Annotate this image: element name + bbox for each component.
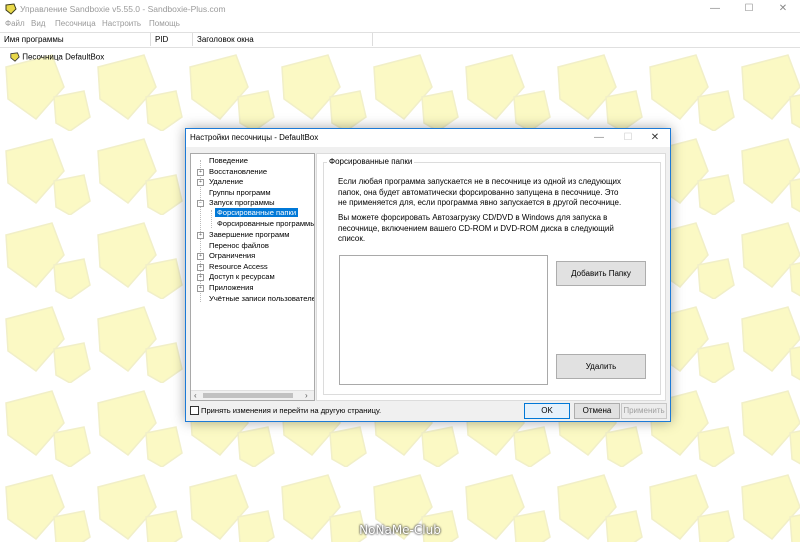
- collapse-icon[interactable]: −: [197, 200, 204, 207]
- apply-on-page-change-label[interactable]: Принять изменения и перейти на другую ст…: [201, 406, 381, 415]
- menu-sandbox[interactable]: Песочница: [55, 19, 96, 28]
- expand-icon[interactable]: +: [197, 179, 204, 186]
- dialog-maximize-button[interactable]: ☐: [613, 129, 643, 147]
- tree-item-label: Перенос файлов: [209, 241, 269, 250]
- apply-on-page-change-checkbox[interactable]: [190, 406, 199, 415]
- tree-item-program-groups[interactable]: Группы программ: [197, 188, 271, 197]
- tree-item-program-stop[interactable]: + Завершение программ: [197, 230, 290, 239]
- menu-configure[interactable]: Настроить: [102, 19, 141, 28]
- tree-item-label: Форсированные программы: [217, 219, 315, 228]
- tree-item-label: Форсированные папки: [217, 208, 297, 217]
- delete-button[interactable]: Удалить: [556, 354, 646, 379]
- description-line: Вы можете форсировать Автозагрузку CD/DV…: [338, 213, 608, 222]
- description-line: папок, она будет автоматически форсирова…: [338, 187, 619, 197]
- tree-item-resource-access-ru[interactable]: + Доступ к ресурсам: [197, 272, 275, 281]
- tree-item-label: Resource Access: [209, 262, 268, 271]
- tree-item-label: Завершение программ: [209, 230, 290, 239]
- expand-icon[interactable]: +: [197, 232, 204, 239]
- tree-item-file-migration[interactable]: Перенос файлов: [197, 241, 269, 250]
- close-button[interactable]: ✕: [766, 0, 800, 18]
- minimize-button[interactable]: —: [698, 0, 732, 18]
- scrollbar-thumb[interactable]: [203, 393, 293, 398]
- column-pid[interactable]: PID: [155, 35, 168, 44]
- tree-item-label: Удаление: [209, 177, 244, 186]
- expand-icon[interactable]: +: [197, 274, 204, 281]
- tree-item-resource-access[interactable]: + Resource Access: [197, 262, 268, 271]
- menu-help[interactable]: Помощь: [149, 19, 180, 28]
- tree-item-restrictions[interactable]: + Ограничения: [197, 251, 255, 260]
- tree-guide-line: [211, 210, 212, 228]
- tree-item-deletion[interactable]: + Удаление: [197, 177, 243, 186]
- column-window-title[interactable]: Заголовок окна: [197, 35, 254, 44]
- column-program-name[interactable]: Имя программы: [4, 35, 64, 44]
- forced-folders-list[interactable]: [339, 255, 548, 385]
- description-line: список.: [338, 234, 366, 243]
- settings-tree[interactable]: Поведение + Восстановление + Удаление Груп…: [190, 153, 315, 401]
- dialog-close-button[interactable]: ✕: [640, 129, 670, 147]
- description-paragraph-2: Вы можете форсировать Автозагрузку CD/DV…: [338, 213, 638, 245]
- menu-view[interactable]: Вид: [31, 19, 45, 28]
- description-paragraph-1: Если любая программа запускается не в пе…: [338, 177, 638, 209]
- settings-content-pane: Если любая программа запускается не в пе…: [316, 153, 666, 401]
- menu-file[interactable]: Файл: [5, 19, 25, 28]
- tree-item-label: Ограничения: [209, 251, 256, 260]
- cancel-button[interactable]: Отмена: [574, 403, 620, 419]
- tree-item-label: Приложения: [209, 283, 254, 292]
- scroll-left-icon[interactable]: ‹: [194, 391, 197, 400]
- window-title: Управление Sandboxie v5.55.0 - Sandboxie…: [20, 4, 226, 14]
- maximize-button[interactable]: ☐: [732, 0, 766, 18]
- column-separator[interactable]: [372, 33, 373, 46]
- description-line: Если любая программа запускается не в пе…: [338, 177, 621, 186]
- apply-button: Применить: [621, 403, 667, 419]
- dialog-minimize-button[interactable]: —: [584, 129, 614, 147]
- tree-item-forced-folders[interactable]: Форсированные папки: [215, 208, 299, 217]
- tree-item-user-accounts[interactable]: Учётные записи пользователей: [197, 294, 315, 303]
- add-folder-button[interactable]: Добавить Папку: [556, 261, 646, 286]
- tree-item-label: Восстановление: [209, 167, 268, 176]
- column-separator[interactable]: [150, 33, 151, 46]
- sandbox-name: Песочница DefaultBox: [22, 52, 105, 62]
- watermark: NoNaMe-Club: [359, 523, 441, 537]
- tree-item-program-start[interactable]: − Запуск программы: [197, 198, 275, 207]
- sandbox-icon: [10, 52, 20, 62]
- expand-icon[interactable]: +: [197, 253, 204, 260]
- tree-item-forced-programs[interactable]: Форсированные программы: [217, 219, 315, 228]
- column-header: [0, 32, 800, 48]
- scroll-right-icon[interactable]: ›: [305, 391, 308, 400]
- expand-icon[interactable]: +: [197, 285, 204, 292]
- sandbox-list-item[interactable]: Песочница DefaultBox: [10, 52, 104, 62]
- tree-item-applications[interactable]: + Приложения: [197, 283, 253, 292]
- column-separator[interactable]: [192, 33, 193, 46]
- dialog-title: Настройки песочницы - DefaultBox: [190, 133, 319, 142]
- tree-item-label: Доступ к ресурсам: [209, 272, 275, 281]
- description-line: песочнице, включением вашего CD-ROM и DV…: [338, 223, 614, 233]
- tree-item-label: Группы программ: [209, 188, 271, 197]
- tree-horizontal-scrollbar[interactable]: ‹ ›: [191, 390, 314, 400]
- tree-item-label: Учётные записи пользователей: [209, 294, 315, 303]
- description-line: не применяется для, если программа явно …: [338, 198, 622, 207]
- tree-item-behavior[interactable]: Поведение: [197, 156, 248, 165]
- tree-item-label: Поведение: [209, 156, 248, 165]
- tree-item-recovery[interactable]: + Восстановление: [197, 167, 267, 176]
- ok-button[interactable]: OK: [524, 403, 570, 419]
- forced-folders-group: Если любая программа запускается не в пе…: [323, 162, 661, 395]
- expand-icon[interactable]: +: [197, 264, 204, 271]
- sandboxie-app-icon: [5, 3, 17, 15]
- group-title: Форсированные папки: [327, 157, 415, 166]
- sandbox-settings-dialog: Настройки песочницы - DefaultBox — ☐ ✕ П…: [185, 128, 671, 422]
- tree-item-label: Запуск программы: [209, 198, 275, 207]
- expand-icon[interactable]: +: [197, 169, 204, 176]
